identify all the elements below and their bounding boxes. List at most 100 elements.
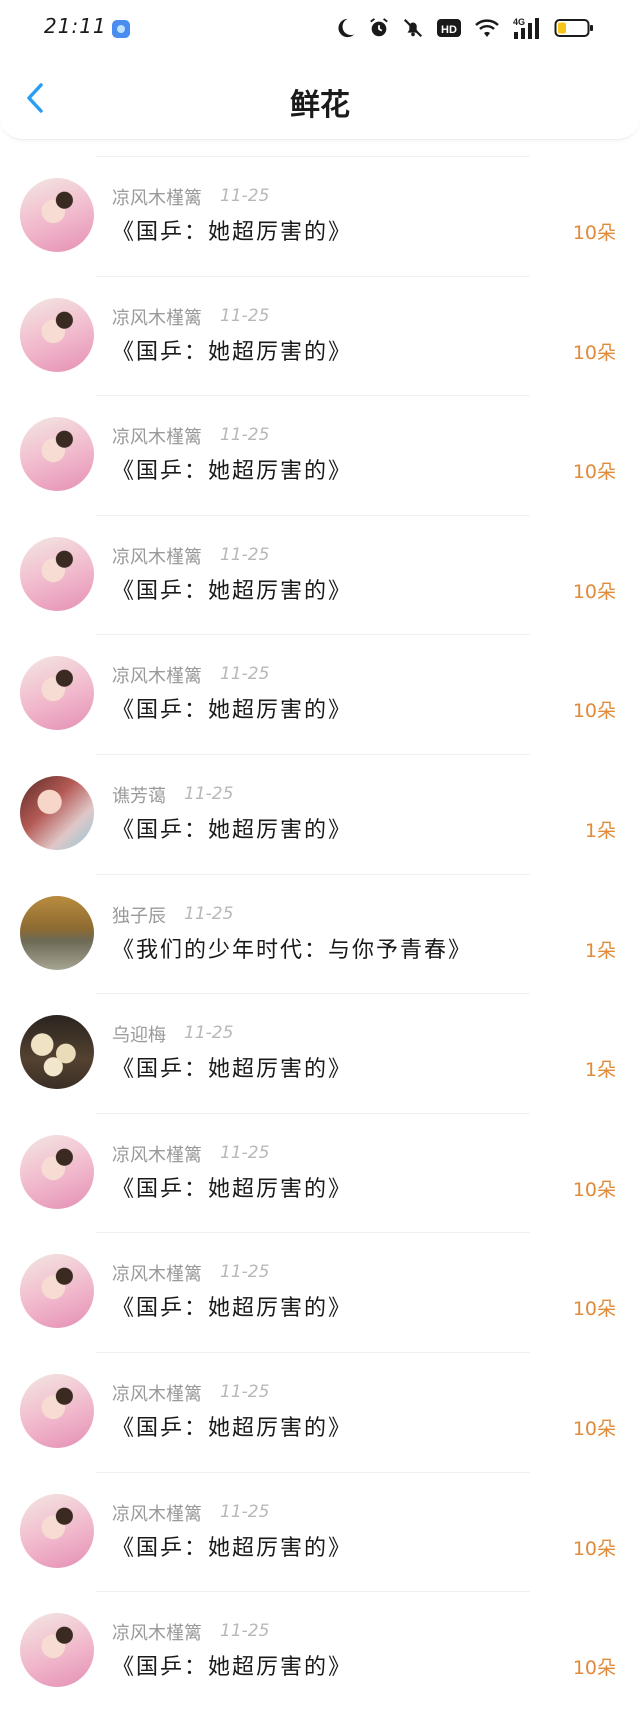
gift-date: 11-25 — [184, 903, 234, 924]
flower-count: 10朵 — [572, 580, 616, 603]
list-item[interactable]: 乌迎梅 11-25 《国乒：她超厉害的》 1朵 — [0, 985, 640, 1105]
hd-label: HD — [441, 24, 457, 36]
list-item[interactable]: 凉风木槿篱 11-25 《国乒：她超厉害的》 10朵 — [0, 268, 640, 388]
username: 凉风木槿篱 — [112, 546, 202, 568]
moon-icon — [334, 16, 356, 40]
gift-date: 11-25 — [184, 783, 234, 804]
gift-date: 11-25 — [220, 544, 270, 565]
girl-illustration-avatar[interactable] — [20, 1373, 94, 1448]
flower-count: 10朵 — [572, 341, 616, 364]
list-item[interactable]: 凉风木槿篱 11-25 《国乒：她超厉害的》 10朵 — [0, 626, 640, 746]
username: 独子辰 — [112, 905, 166, 927]
girl-illustration-avatar[interactable] — [20, 417, 94, 492]
gift-date: 11-25 — [220, 664, 270, 685]
gift-date: 11-25 — [220, 1142, 270, 1163]
book-title: 《国乒：她超厉害的》 — [112, 1415, 353, 1441]
book-title: 《国乒：她超厉害的》 — [112, 1655, 353, 1681]
row-divider — [96, 156, 530, 157]
book-title: 《国乒：她超厉害的》 — [112, 698, 353, 724]
flower-count: 1朵 — [584, 939, 616, 962]
username: 凉风木槿篱 — [112, 1383, 202, 1405]
flower-count: 10朵 — [572, 222, 616, 244]
app-notification-icon — [112, 20, 130, 38]
sunset-photo-avatar[interactable] — [20, 895, 94, 970]
wifi-icon — [474, 16, 500, 40]
gift-date: 11-25 — [220, 425, 270, 446]
username: 凉风木槿篱 — [112, 666, 202, 688]
gift-date: 11-25 — [220, 186, 270, 206]
flower-count: 10朵 — [572, 1178, 616, 1201]
book-title: 《国乒：她超厉害的》 — [112, 1057, 353, 1083]
username: 凉风木槿篱 — [112, 188, 202, 209]
username: 凉风木槿篱 — [112, 427, 202, 449]
list-item[interactable]: 凉风木槿篱 11-25 《国乒：她超厉害的》 10朵 — [0, 1583, 640, 1703]
navigation-bar: 鲜花 — [0, 58, 640, 140]
girl-illustration-avatar[interactable] — [20, 656, 94, 731]
book-title: 《国乒：她超厉害的》 — [112, 578, 353, 604]
girl-illustration-avatar[interactable] — [20, 536, 94, 611]
gift-date: 11-25 — [220, 1262, 270, 1283]
book-title: 《国乒：她超厉害的》 — [112, 1535, 353, 1561]
list-item[interactable]: 凉风木槿篱 11-25 《国乒：她超厉害的》 10朵 — [0, 148, 640, 268]
girl-illustration-avatar[interactable] — [20, 1613, 94, 1688]
list-item[interactable]: 凉风木槿篱 11-25 《国乒：她超厉害的》 10朵 — [0, 1464, 640, 1584]
alarm-icon — [368, 16, 390, 40]
book-title: 《国乒：她超厉害的》 — [112, 1176, 353, 1202]
row-divider — [96, 873, 530, 875]
row-divider — [96, 753, 530, 755]
mute-icon — [402, 16, 424, 40]
network-label: 4G — [513, 17, 525, 27]
page-title: 鲜花 — [290, 88, 350, 123]
battery-icon — [554, 16, 594, 40]
status-bar: 21:11 HD 4G — [0, 0, 640, 58]
username: 凉风木槿篱 — [112, 1503, 202, 1525]
flower-count: 10朵 — [572, 1417, 616, 1440]
book-title: 《国乒：她超厉害的》 — [112, 459, 353, 485]
book-title: 《国乒：她超厉害的》 — [112, 817, 353, 843]
row-divider — [96, 1591, 530, 1593]
list-item[interactable]: 凉风木槿篱 11-25 《国乒：她超厉害的》 10朵 — [0, 387, 640, 507]
gift-date: 11-25 — [220, 305, 270, 326]
book-title: 《我们的少年时代：与你予青春》 — [112, 937, 473, 963]
status-time: 21:11 — [44, 14, 107, 38]
girl-illustration-avatar[interactable] — [20, 1254, 94, 1329]
username: 凉风木槿篱 — [112, 1623, 202, 1645]
gift-date: 11-25 — [184, 1023, 234, 1044]
flower-gift-list: 凉风木槿篱 11-25 《国乒：她超厉害的》 10朵 凉风木槿篱 11-25 《国乒：她超厉… — [0, 148, 640, 1703]
list-item[interactable]: 凉风木槿篱 11-25 《国乒：她超厉害的》 10朵 — [0, 1105, 640, 1225]
row-divider — [96, 1471, 530, 1473]
food-photo-avatar[interactable] — [20, 1015, 94, 1090]
username: 凉风木槿篱 — [112, 1144, 202, 1166]
cellular-signal-icon: 4G — [512, 16, 542, 40]
flower-count: 10朵 — [572, 1298, 616, 1321]
list-item[interactable]: 凉风木槿篱 11-25 《国乒：她超厉害的》 10朵 — [0, 1224, 640, 1344]
girl-illustration-avatar[interactable] — [20, 1134, 94, 1209]
flower-count: 10朵 — [572, 700, 616, 723]
row-divider — [96, 1232, 530, 1234]
book-title: 《国乒：她超厉害的》 — [112, 220, 353, 245]
username: 凉风木槿篱 — [112, 1264, 202, 1286]
row-divider — [96, 1112, 530, 1114]
flower-count: 10朵 — [572, 1537, 616, 1560]
username: 凉风木槿篱 — [112, 307, 202, 329]
book-title: 《国乒：她超厉害的》 — [112, 1296, 353, 1322]
girl-illustration-avatar[interactable] — [20, 297, 94, 372]
row-divider — [96, 514, 530, 516]
list-item[interactable]: 独子辰 11-25 《我们的少年时代：与你予青春》 1朵 — [0, 866, 640, 986]
username: 谯芳蔼 — [112, 785, 166, 807]
row-divider — [96, 1351, 530, 1353]
girl-illustration-avatar[interactable] — [20, 178, 94, 252]
row-divider — [96, 395, 530, 397]
woman-photo-avatar[interactable] — [20, 775, 94, 850]
gift-date: 11-25 — [220, 1621, 270, 1642]
list-item[interactable]: 凉风木槿篱 11-25 《国乒：她超厉害的》 10朵 — [0, 507, 640, 627]
list-item[interactable]: 谯芳蔼 11-25 《国乒：她超厉害的》 1朵 — [0, 746, 640, 866]
girl-illustration-avatar[interactable] — [20, 1493, 94, 1568]
row-divider — [96, 634, 530, 636]
flower-count: 1朵 — [584, 1059, 616, 1082]
hd-icon: HD — [436, 16, 462, 40]
book-title: 《国乒：她超厉害的》 — [112, 339, 353, 365]
list-item[interactable]: 凉风木槿篱 11-25 《国乒：她超厉害的》 10朵 — [0, 1344, 640, 1464]
flower-count: 1朵 — [584, 819, 616, 842]
flower-count: 10朵 — [572, 461, 616, 484]
